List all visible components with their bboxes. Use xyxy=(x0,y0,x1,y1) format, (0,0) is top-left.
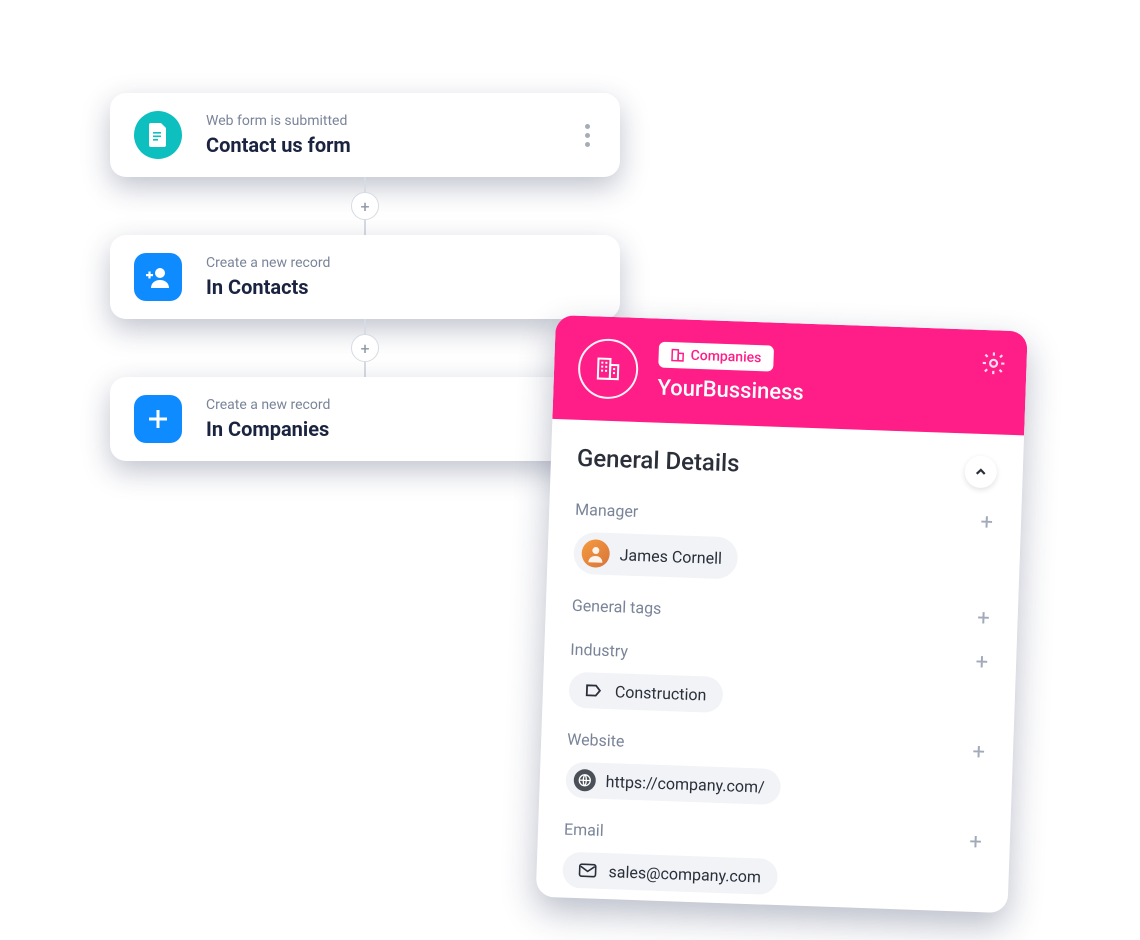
document-icon xyxy=(134,111,182,159)
connector: + xyxy=(110,319,620,377)
field-label: General tags xyxy=(572,595,662,617)
field-industry: Industry + Construction xyxy=(568,636,990,723)
panel-header: Companies YourBussiness xyxy=(552,315,1027,435)
chevron-up-icon xyxy=(974,465,988,479)
workflow-column: Web form is submitted Contact us form + … xyxy=(110,93,620,461)
workflow-card-companies[interactable]: Create a new record In Companies xyxy=(110,377,620,461)
plus-icon xyxy=(134,395,182,443)
card-subtitle: Web form is submitted xyxy=(206,113,579,129)
add-step-button[interactable]: + xyxy=(351,192,379,220)
add-website-button[interactable]: + xyxy=(970,740,987,767)
card-text: Create a new record In Companies xyxy=(206,397,596,441)
add-email-button[interactable]: + xyxy=(967,830,984,857)
card-subtitle: Create a new record xyxy=(206,255,596,271)
company-details-panel: Companies YourBussiness General Details … xyxy=(536,315,1028,913)
avatar xyxy=(581,539,610,568)
website-value: https://company.com/ xyxy=(605,772,765,797)
card-title: Contact us form xyxy=(206,133,579,157)
panel-header-text: Companies YourBussiness xyxy=(657,341,1003,412)
add-step-button[interactable]: + xyxy=(351,334,379,362)
add-manager-button[interactable]: + xyxy=(978,510,995,537)
email-value: sales@company.com xyxy=(608,862,761,886)
building-small-icon xyxy=(670,348,684,362)
add-tag-button[interactable]: + xyxy=(975,606,992,633)
tag-icon xyxy=(583,679,606,702)
mail-icon xyxy=(576,859,599,882)
card-text: Create a new record In Contacts xyxy=(206,255,596,299)
industry-value: Construction xyxy=(615,682,707,704)
field-label: Industry xyxy=(570,639,628,660)
field-label: Website xyxy=(567,729,625,750)
type-badge[interactable]: Companies xyxy=(658,341,774,371)
workflow-card-contacts[interactable]: Create a new record In Contacts xyxy=(110,235,620,319)
website-chip[interactable]: https://company.com/ xyxy=(565,762,781,805)
add-user-icon xyxy=(134,253,182,301)
type-badge-label: Companies xyxy=(690,347,761,365)
industry-chip[interactable]: Construction xyxy=(568,672,723,713)
building-icon xyxy=(577,338,639,400)
card-title: In Contacts xyxy=(206,275,596,299)
field-label: Email xyxy=(564,819,604,839)
settings-button[interactable] xyxy=(980,350,1007,377)
more-menu-button[interactable] xyxy=(579,120,596,151)
card-subtitle: Create a new record xyxy=(206,397,596,413)
panel-title: YourBussiness xyxy=(657,375,1002,412)
field-label: Manager xyxy=(575,499,639,520)
card-text: Web form is submitted Contact us form xyxy=(206,113,579,157)
globe-icon xyxy=(573,769,596,792)
field-manager: Manager + James Cornell xyxy=(573,496,995,589)
manager-chip[interactable]: James Cornell xyxy=(573,532,739,580)
section-title: General Details xyxy=(577,444,740,478)
field-tags: General tags + xyxy=(571,592,992,633)
manager-name: James Cornell xyxy=(619,545,722,568)
field-email: Email + sales@company.com xyxy=(562,816,984,903)
connector: + xyxy=(110,177,620,235)
card-title: In Companies xyxy=(206,417,596,441)
collapse-button[interactable] xyxy=(964,455,997,488)
panel-body: General Details Manager + James Cornell xyxy=(536,419,1024,913)
email-chip[interactable]: sales@company.com xyxy=(562,852,778,895)
workflow-card-webform[interactable]: Web form is submitted Contact us form xyxy=(110,93,620,177)
add-industry-button[interactable]: + xyxy=(973,650,990,677)
section-head: General Details xyxy=(576,442,997,489)
field-website: Website + https://company.com/ xyxy=(565,726,987,813)
